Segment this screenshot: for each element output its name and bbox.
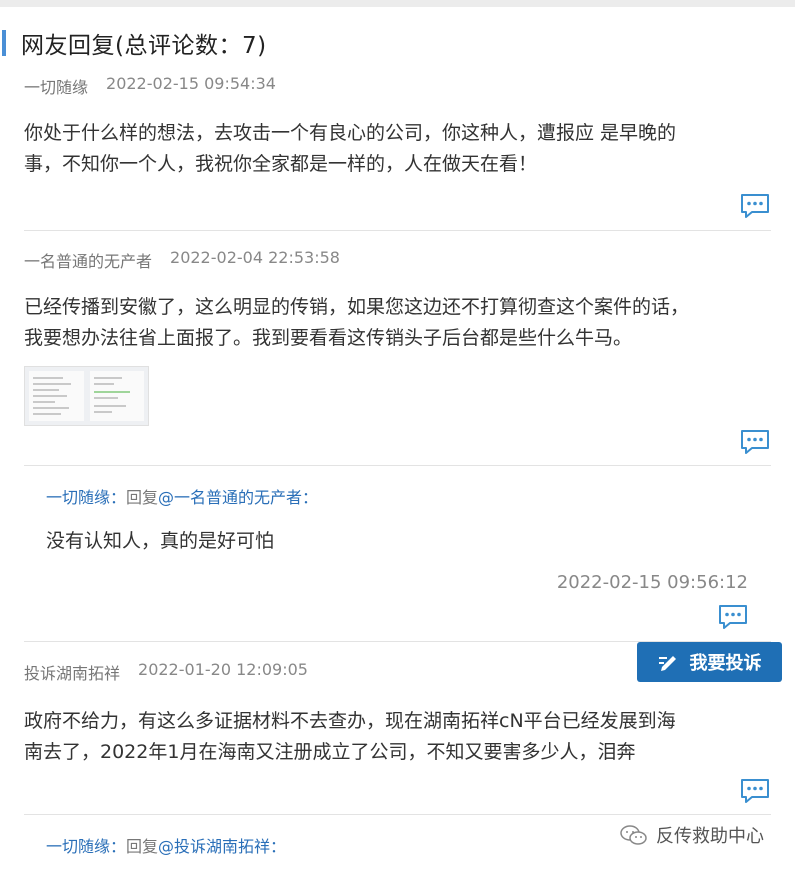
thumbnail-page — [29, 371, 84, 421]
comment-text-line: 我要想办法往省上面报了。我到要看看这传销头子后台都是些什么牛马。 — [24, 327, 633, 349]
wechat-icon — [620, 825, 647, 845]
reply-time: 2022-02-15 09:56:12 — [556, 572, 748, 593]
divider — [24, 230, 771, 231]
reply-user[interactable]: 一切随缘： — [46, 837, 126, 856]
reply-word: 回复 — [126, 488, 159, 507]
divider — [24, 814, 771, 815]
comment-item: 一切随缘 2022-02-15 09:54:34 你处于什么样的想法，去攻击一个… — [24, 74, 771, 180]
section-accent-bar — [2, 30, 6, 56]
comment-text-line: 你处于什么样的想法，去攻击一个有良心的公司，你这种人，遭报应 是早晚的 — [24, 122, 677, 144]
comment-time: 2022-01-20 12:09:05 — [138, 660, 308, 679]
comment-text: 你处于什么样的想法，去攻击一个有良心的公司，你这种人，遭报应 是早晚的 事，不知… — [24, 118, 771, 180]
comment-text-line: 已经传播到安徽了，这么明显的传销，如果您这边还不打算彻查这个案件的话， — [24, 296, 690, 318]
complain-button[interactable]: 我要投诉 — [637, 642, 782, 682]
comment-text-line: 政府不给力，有这么多证据材料不去查办，现在湖南拓祥cN平台已经发展到海 — [24, 710, 676, 732]
comment-text: 已经传播到安徽了，这么明显的传销，如果您这边还不打算彻查这个案件的话， 我要想办… — [24, 292, 771, 354]
comment-item: 一名普通的无产者 2022-02-04 22:53:58 已经传播到安徽了，这么… — [24, 248, 771, 354]
reply-target[interactable]: @一名普通的无产者： — [158, 488, 318, 507]
comment-bubble-icon[interactable] — [740, 778, 770, 804]
comment-meta: 一名普通的无产者 2022-02-04 22:53:58 — [24, 248, 771, 272]
comment-text-line: 事，不知你一个人，我祝你全家都是一样的，人在做天在看！ — [24, 153, 538, 175]
complain-button-label: 我要投诉 — [689, 653, 762, 674]
reply-text: 没有认知人，真的是好可怕 — [46, 530, 275, 552]
section-header: 网友回复(总评论数：7) — [0, 28, 267, 59]
comment-user[interactable]: 一切随缘 — [24, 74, 88, 98]
comment-bubble-icon[interactable] — [740, 429, 770, 455]
top-bar — [0, 0, 795, 7]
comment-text: 政府不给力，有这么多证据材料不去查办，现在湖南拓祥cN平台已经发展到海 南去了，… — [24, 706, 771, 768]
watermark: 反传救助中心 — [620, 822, 764, 848]
comment-bubble-icon[interactable] — [740, 193, 770, 219]
pen-icon — [658, 656, 676, 671]
watermark-text: 反传救助中心 — [656, 826, 764, 847]
comment-time: 2022-02-15 09:54:34 — [106, 74, 276, 93]
reply-target[interactable]: @投诉湖南拓祥： — [158, 837, 286, 856]
comment-meta: 一切随缘 2022-02-15 09:54:34 — [24, 74, 771, 98]
divider — [24, 465, 771, 466]
comment-user[interactable]: 投诉湖南拓祥 — [24, 660, 120, 684]
comment-time: 2022-02-04 22:53:58 — [170, 248, 340, 267]
comment-bubble-icon[interactable] — [718, 604, 748, 630]
comment-text-line: 南去了，2022年1月在海南又注册成立了公司，不知又要害多少人，泪奔 — [24, 741, 636, 763]
reply-header: 一切随缘：回复@一名普通的无产者： — [46, 484, 766, 508]
thumbnail-page — [89, 371, 144, 421]
section-title: 网友回复(总评论数：7) — [21, 33, 267, 59]
attachment-thumbnail[interactable] — [24, 366, 149, 426]
reply-user[interactable]: 一切随缘： — [46, 488, 126, 507]
comment-user[interactable]: 一名普通的无产者 — [24, 248, 152, 272]
reply-word: 回复 — [126, 837, 159, 856]
